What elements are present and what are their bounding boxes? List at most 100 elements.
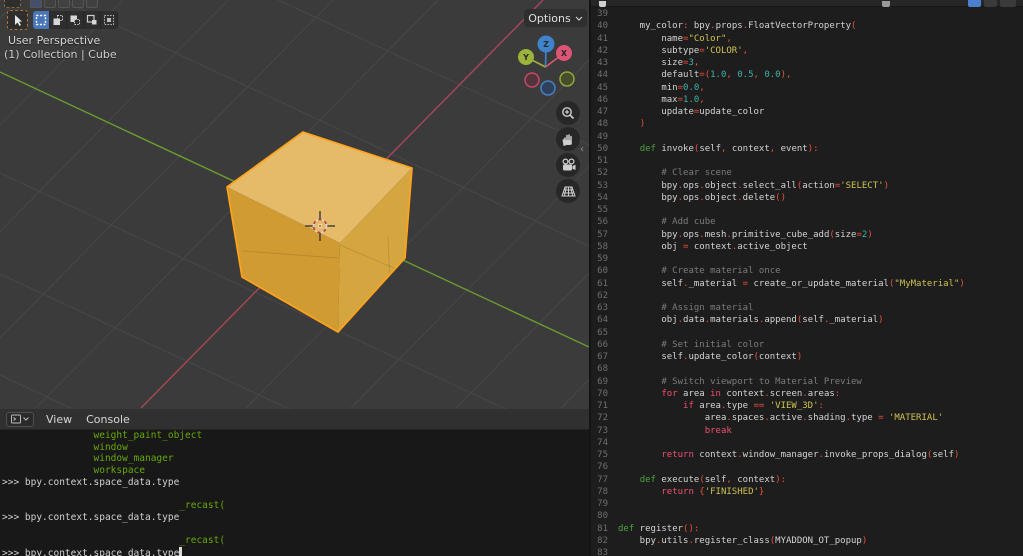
code-line: 70 for area in context.screen.areas: bbox=[591, 388, 1023, 400]
code-line: 45 min=0.0, bbox=[591, 82, 1023, 94]
3d-viewport[interactable]: Options User Perspective (1) Collection … bbox=[0, 0, 589, 409]
console-line: workspace bbox=[2, 465, 146, 477]
line-number: 72 bbox=[597, 413, 608, 424]
code-text: bpy.ops.object.delete() bbox=[618, 192, 787, 203]
code-text: def register(): bbox=[618, 523, 700, 534]
menu-view[interactable]: View bbox=[46, 413, 72, 426]
text-editor-panel[interactable]: 39 40 my_color: bpy.props.FloatVectorProp… bbox=[589, 0, 1023, 556]
navigation-gizmo[interactable]: Z X Y bbox=[505, 28, 589, 100]
line-number: 47 bbox=[597, 107, 608, 117]
line-number: 39 bbox=[597, 9, 608, 19]
code-line: 69 # Switch viewport to Material Preview bbox=[591, 376, 1023, 388]
console-line: >>> bpy.context.space_data.type bbox=[2, 511, 180, 523]
code-line: 48 ) bbox=[591, 118, 1023, 130]
select-subtract-icon bbox=[70, 15, 80, 25]
line-number: 75 bbox=[597, 450, 608, 460]
code-text: # Assign material bbox=[618, 303, 754, 313]
editor-type-button[interactable] bbox=[6, 411, 34, 427]
gizmo-minus-y-axis[interactable] bbox=[559, 71, 575, 87]
line-number: 55 bbox=[597, 205, 608, 215]
pan-button[interactable] bbox=[556, 127, 580, 151]
line-number: 44 bbox=[597, 70, 608, 81]
select-box-tool-button[interactable] bbox=[7, 10, 28, 30]
toggle-button[interactable] bbox=[1000, 0, 1016, 7]
code-line: 40 my_color: bpy.props.FloatVectorProper… bbox=[591, 20, 1023, 32]
line-number: 51 bbox=[597, 156, 608, 166]
code-text: return context.window_manager.invoke_pro… bbox=[661, 450, 960, 460]
line-number: 83 bbox=[597, 548, 608, 556]
select-invert-icon bbox=[86, 14, 97, 25]
code-line: 43 size=3, bbox=[591, 57, 1023, 69]
line-number: 60 bbox=[597, 266, 608, 277]
code-area[interactable]: 39 40 my_color: bpy.props.FloatVectorProp… bbox=[591, 8, 1023, 556]
code-line: 53 bpy.ops.object.select_all(action='SEL… bbox=[591, 180, 1023, 192]
select-mode-group bbox=[33, 11, 118, 29]
code-line: 76 bbox=[591, 461, 1023, 473]
mode-icon[interactable] bbox=[58, 0, 70, 8]
code-text: subtype='COLOR', bbox=[618, 45, 749, 56]
code-line: 77 def execute(self, context): bbox=[591, 474, 1023, 486]
mode-icon[interactable] bbox=[30, 0, 42, 8]
gizmo-minus-x-axis[interactable] bbox=[524, 72, 540, 88]
code-line: 64 obj.data.materials.append(self._mater… bbox=[591, 314, 1023, 326]
code-text: bpy.utils.register_class(MYADDON_OT_popu… bbox=[618, 535, 868, 546]
editor-type-icon[interactable] bbox=[4, 0, 21, 8]
code-line: 65 bbox=[591, 327, 1023, 339]
code-text: self._material = create_or_update_materi… bbox=[618, 278, 965, 289]
toggle-ortho-button[interactable] bbox=[556, 179, 580, 203]
word-wrap-icon[interactable] bbox=[882, 1, 890, 7]
mode-icon[interactable] bbox=[86, 0, 98, 8]
line-number: 68 bbox=[597, 364, 608, 375]
viewport-canvas[interactable] bbox=[0, 0, 589, 409]
toggle-button[interactable] bbox=[984, 0, 997, 7]
toggle-button-active[interactable] bbox=[968, 0, 981, 7]
select-mode-extend-button[interactable] bbox=[50, 11, 67, 29]
code-line: 82 bpy.utils.register_class(MYADDON_OT_p… bbox=[591, 535, 1023, 547]
camera-view-button[interactable] bbox=[556, 153, 580, 177]
code-line: 56 # Add cube bbox=[591, 216, 1023, 228]
line-number: 81 bbox=[597, 523, 608, 534]
console-header: View Console bbox=[0, 409, 589, 430]
select-intersect-icon bbox=[104, 15, 114, 25]
code-line: 41 name="Color", bbox=[591, 33, 1023, 45]
console-line: window_manager bbox=[2, 453, 174, 465]
select-mode-set-button[interactable] bbox=[33, 11, 50, 29]
code-text: # Add cube bbox=[618, 217, 716, 228]
line-number: 41 bbox=[597, 33, 608, 44]
code-text: break bbox=[704, 425, 732, 436]
code-line: 68 bbox=[591, 363, 1023, 375]
code-line: 78 return {'FINISHED'} bbox=[591, 486, 1023, 498]
code-line: 49 bbox=[591, 131, 1023, 143]
gizmo-z-label: Z bbox=[543, 40, 549, 49]
code-line: 50 def invoke(self, context, event): bbox=[591, 143, 1023, 155]
line-number: 82 bbox=[597, 535, 608, 546]
line-number: 74 bbox=[597, 437, 608, 448]
line-number: 59 bbox=[597, 254, 608, 264]
magnifier-plus-icon bbox=[562, 107, 575, 120]
select-mode-intersect-button[interactable] bbox=[101, 11, 118, 29]
viewport-top-toolbar bbox=[0, 0, 589, 8]
code-line: 60 # Create material once bbox=[591, 265, 1023, 277]
code-text: name="Color", bbox=[618, 33, 732, 44]
code-text: ) bbox=[639, 119, 646, 130]
zoom-button[interactable] bbox=[556, 101, 580, 125]
code-text: size=3, bbox=[618, 58, 700, 68]
sidebar-toggle[interactable]: ‹ bbox=[580, 144, 584, 155]
mode-icon[interactable] bbox=[72, 0, 84, 8]
select-set-icon bbox=[35, 14, 47, 26]
viewport-overlay: User Perspective (1) Collection | Cube bbox=[0, 34, 117, 61]
select-mode-invert-button[interactable] bbox=[84, 11, 101, 29]
text-file-icon[interactable] bbox=[599, 1, 606, 7]
code-line: 66 # Set initial color bbox=[591, 339, 1023, 351]
code-line: 83 bbox=[591, 547, 1023, 556]
options-button[interactable]: Options bbox=[524, 9, 587, 27]
console-input-area[interactable]: weight_paint_object window window_manage… bbox=[0, 430, 589, 556]
line-number: 76 bbox=[597, 462, 608, 473]
line-number: 62 bbox=[597, 290, 608, 301]
gizmo-minus-z-axis[interactable] bbox=[540, 80, 556, 96]
menu-console[interactable]: Console bbox=[86, 413, 130, 426]
chevron-down-icon bbox=[23, 417, 29, 421]
code-line: 73 break bbox=[591, 425, 1023, 437]
select-mode-subtract-button[interactable] bbox=[67, 11, 84, 29]
mode-icon[interactable] bbox=[44, 0, 56, 8]
